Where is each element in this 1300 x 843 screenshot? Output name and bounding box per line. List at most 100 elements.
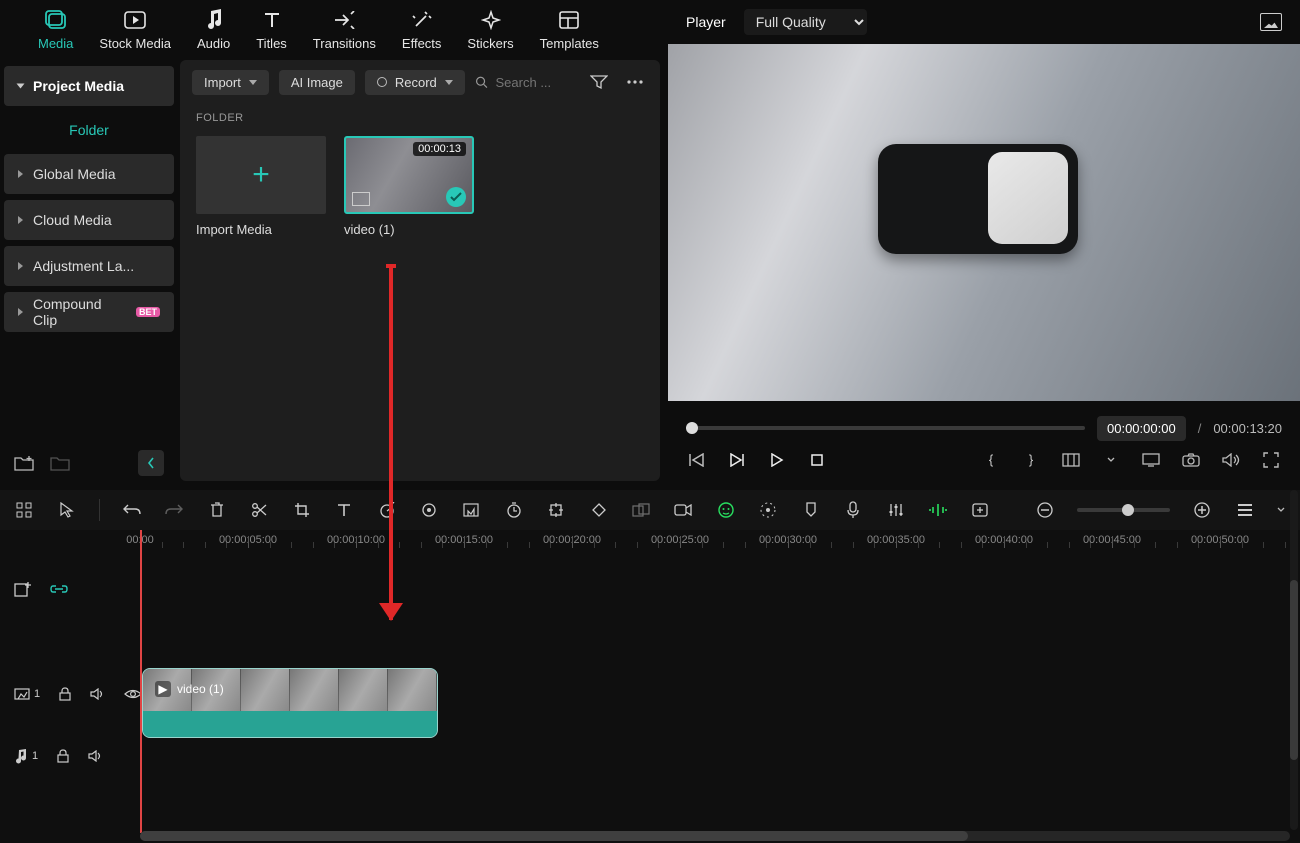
time-ruler[interactable]: 00:0000:00:05:0000:00:10:0000:00:15:0000… — [140, 536, 1290, 572]
marker-icon[interactable] — [801, 499, 821, 521]
import-media-label: Import Media — [196, 222, 326, 237]
quality-dropdown[interactable]: Full Quality — [744, 9, 867, 35]
snapshot-icon[interactable] — [1260, 13, 1282, 31]
video-camera-icon[interactable] — [673, 499, 693, 521]
add-track-icon[interactable] — [14, 581, 32, 597]
crop-icon[interactable] — [291, 499, 311, 521]
media-clip-tile[interactable]: 00:00:13 video (1) — [344, 136, 474, 237]
ai-image-label: AI Image — [291, 75, 343, 90]
timeline-horizontal-scrollbar[interactable] — [140, 831, 1290, 841]
player-preview[interactable] — [668, 44, 1300, 401]
audio-track-header[interactable]: 1 — [0, 732, 104, 780]
prev-frame-icon[interactable] — [686, 449, 708, 471]
zoom-out-icon[interactable] — [1035, 499, 1055, 521]
track-view-icon[interactable] — [1234, 499, 1254, 521]
selection-tool-icon[interactable] — [56, 499, 76, 521]
import-media-tile[interactable]: + Import Media — [196, 136, 326, 237]
mark-out-icon[interactable]: } — [1020, 449, 1042, 471]
mute-icon[interactable] — [90, 688, 106, 700]
tab-media[interactable]: Media — [38, 8, 73, 51]
filter-icon[interactable] — [586, 69, 612, 95]
tab-stock-media[interactable]: Stock Media — [99, 8, 171, 51]
keyframe-diamond-icon[interactable] — [588, 499, 608, 521]
sidebar-item-global-media[interactable]: Global Media — [4, 154, 174, 194]
sidebar-item-compound-clip[interactable]: Compound Clip BET — [4, 292, 174, 332]
sidebar-item-adjustment-layer[interactable]: Adjustment La... — [4, 246, 174, 286]
timeline-clip[interactable]: ▶video (1) — [142, 668, 438, 738]
video-track-index: 1 — [34, 688, 40, 700]
zoom-in-icon[interactable] — [1192, 499, 1212, 521]
zoom-slider[interactable] — [1077, 508, 1170, 512]
video-track-header[interactable]: 1 — [0, 670, 142, 718]
search-field[interactable] — [475, 74, 576, 90]
collapse-sidebar-button[interactable] — [138, 450, 164, 476]
undo-icon[interactable] — [122, 499, 142, 521]
progress-knob[interactable] — [686, 422, 698, 434]
folder-icon[interactable] — [50, 455, 70, 471]
timeline-tracks[interactable]: ▶video (1) — [140, 578, 1290, 833]
mark-in-icon[interactable]: { — [980, 449, 1002, 471]
auto-beat-icon[interactable] — [928, 499, 948, 521]
ruler-minor-tick — [810, 542, 811, 548]
tab-stickers[interactable]: Stickers — [467, 8, 513, 51]
progress-bar[interactable] — [686, 426, 1085, 430]
sidebar-item-cloud-media[interactable]: Cloud Media — [4, 200, 174, 240]
delete-icon[interactable] — [207, 499, 227, 521]
crop-mode-icon[interactable] — [1060, 449, 1082, 471]
mute-icon[interactable] — [88, 750, 104, 762]
clip-thumbnail: 00:00:13 — [344, 136, 474, 214]
ruler-major-tick — [1220, 536, 1221, 548]
chevron-down-icon[interactable] — [1277, 499, 1286, 521]
timer-icon[interactable] — [504, 499, 524, 521]
new-folder-icon[interactable] — [14, 455, 34, 471]
play-next-icon[interactable] — [726, 449, 748, 471]
scrollbar-thumb[interactable] — [140, 831, 968, 841]
sidebar-item-folder[interactable]: Folder — [4, 112, 174, 148]
annotation-arrow — [389, 266, 393, 620]
tab-audio[interactable]: Audio — [197, 8, 230, 51]
voiceover-icon[interactable] — [843, 499, 863, 521]
audio-mixer-icon[interactable] — [885, 499, 905, 521]
lock-icon[interactable] — [58, 687, 72, 701]
chevron-right-icon — [18, 170, 23, 178]
tab-audio-label: Audio — [197, 36, 230, 51]
tab-transitions[interactable]: Transitions — [313, 8, 376, 51]
lock-icon[interactable] — [56, 749, 70, 763]
tab-effects[interactable]: Effects — [402, 8, 442, 51]
speed-icon[interactable] — [376, 499, 396, 521]
tab-titles[interactable]: Titles — [256, 8, 287, 51]
ruler-major-tick — [356, 536, 357, 548]
stop-icon[interactable] — [806, 449, 828, 471]
tab-templates[interactable]: Templates — [540, 8, 599, 51]
play-icon[interactable] — [766, 449, 788, 471]
vertical-scrollbar[interactable] — [1290, 490, 1298, 830]
camera-icon[interactable] — [1180, 449, 1202, 471]
tab-titles-label: Titles — [256, 36, 287, 51]
display-icon[interactable] — [1140, 449, 1162, 471]
chevron-down-icon[interactable] — [1100, 449, 1122, 471]
sidebar-item-project-media[interactable]: Project Media — [4, 66, 174, 106]
text-tool-icon[interactable] — [334, 499, 354, 521]
sidebar-item-label: Cloud Media — [33, 212, 112, 228]
zoom-knob[interactable] — [1122, 504, 1134, 516]
redo-icon[interactable] — [164, 499, 184, 521]
grid-snap-icon[interactable] — [14, 499, 34, 521]
import-dropdown[interactable]: Import — [192, 70, 269, 95]
ruler-minor-tick — [313, 542, 314, 548]
split-icon[interactable] — [249, 499, 269, 521]
keyframe-add-icon[interactable] — [546, 499, 566, 521]
more-options-icon[interactable] — [622, 69, 648, 95]
volume-icon[interactable] — [1220, 449, 1242, 471]
search-input[interactable] — [496, 75, 576, 90]
add-media-icon[interactable] — [970, 499, 990, 521]
ai-image-button[interactable]: AI Image — [279, 70, 355, 95]
color-icon[interactable] — [419, 499, 439, 521]
motion-track-icon[interactable] — [758, 499, 778, 521]
ai-face-icon[interactable] — [716, 499, 736, 521]
record-dropdown[interactable]: Record — [365, 70, 465, 95]
group-icon[interactable] — [631, 499, 651, 521]
fullscreen-icon[interactable] — [1260, 449, 1282, 471]
link-icon[interactable] — [50, 583, 68, 595]
search-icon — [475, 74, 488, 90]
frame-insert-icon[interactable] — [461, 499, 481, 521]
